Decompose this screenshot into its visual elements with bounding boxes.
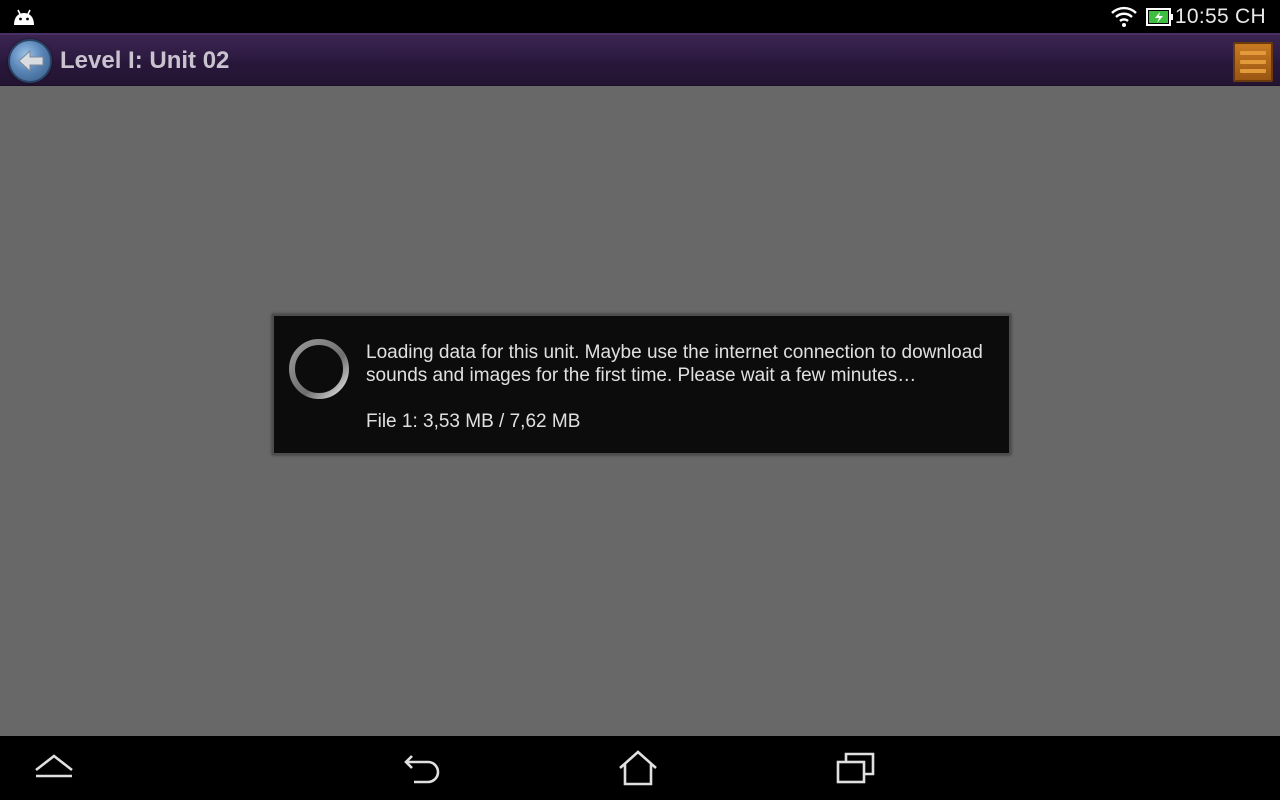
android-notification-icon [14, 9, 34, 25]
home-icon[interactable] [616, 748, 660, 788]
loading-dialog: Loading data for this unit. Maybe use th… [272, 314, 1011, 455]
loading-message: Loading data for this unit. Maybe use th… [366, 342, 983, 386]
action-bar: Level I: Unit 02 [0, 33, 1280, 86]
battery-charging-icon [1146, 8, 1173, 26]
menu-button[interactable] [1233, 42, 1273, 82]
page-title: Level I: Unit 02 [60, 47, 230, 74]
wifi-icon [1111, 6, 1137, 27]
recent-apps-icon[interactable] [834, 748, 878, 788]
back-button[interactable] [8, 39, 52, 83]
back-icon[interactable] [400, 748, 444, 788]
loading-spinner-icon [289, 339, 349, 399]
hide-keyboard-icon[interactable] [32, 748, 76, 788]
navigation-bar [0, 736, 1280, 800]
status-clock: 10:55 CH [1174, 5, 1266, 28]
status-bar: 10:55 CH [0, 0, 1280, 33]
download-progress-text: File 1: 3,53 MB / 7,62 MB [366, 411, 581, 432]
back-arrow-icon [18, 50, 44, 72]
